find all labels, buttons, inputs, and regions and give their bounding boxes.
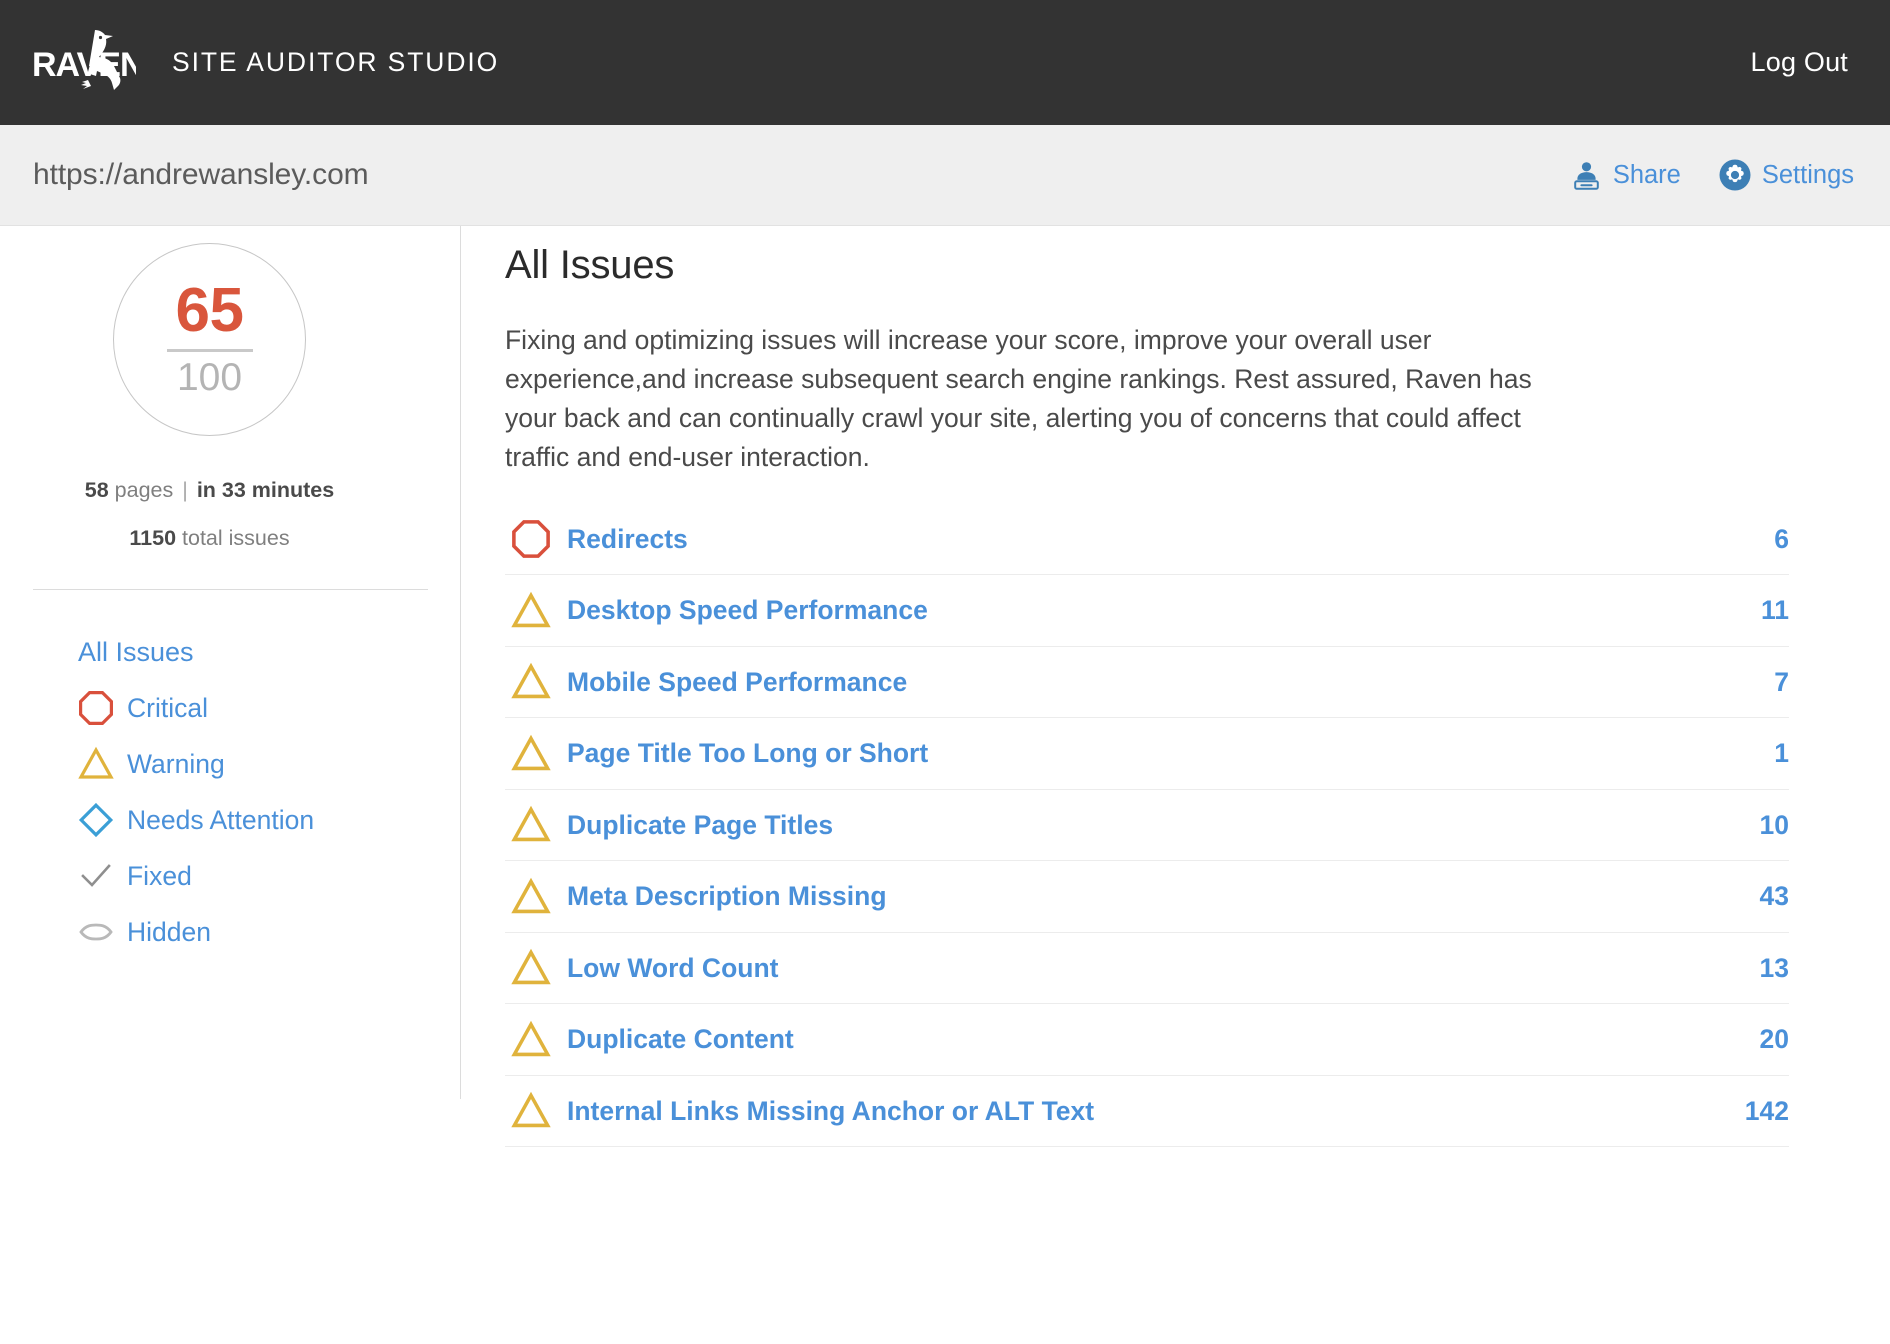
issue-label: Desktop Speed Performance bbox=[567, 595, 928, 626]
triangle-icon bbox=[505, 591, 567, 631]
issue-row[interactable]: Low Word Count 13 bbox=[505, 933, 1789, 1005]
stats-separator: | bbox=[179, 478, 191, 502]
diamond-icon bbox=[78, 802, 116, 838]
issue-count: 11 bbox=[1761, 595, 1789, 626]
sidebar-item-label: All Issues bbox=[78, 637, 194, 668]
sidebar-item-label: Needs Attention bbox=[127, 805, 314, 836]
check-icon bbox=[78, 858, 116, 894]
score-wrap: 65 100 bbox=[0, 243, 461, 436]
issue-row[interactable]: Duplicate Page Titles 10 bbox=[505, 790, 1789, 862]
share-person-icon bbox=[1571, 160, 1602, 191]
total-issues-count: 1150 bbox=[129, 526, 176, 550]
crawl-duration: in 33 minutes bbox=[197, 478, 334, 502]
issue-count: 10 bbox=[1760, 810, 1789, 841]
logout-button[interactable]: Log Out bbox=[1751, 47, 1854, 78]
score-gauge: 65 100 bbox=[113, 243, 306, 436]
pages-label: pages bbox=[115, 478, 174, 502]
sidebar-item-fixed[interactable]: Fixed bbox=[0, 848, 461, 904]
issue-label: Duplicate Page Titles bbox=[567, 810, 833, 841]
svg-text:RAVEN: RAVEN bbox=[32, 46, 136, 84]
triangle-icon bbox=[505, 734, 567, 774]
octagon-icon bbox=[78, 690, 116, 726]
issue-label: Duplicate Content bbox=[567, 1024, 794, 1055]
issue-label: Meta Description Missing bbox=[567, 881, 887, 912]
settings-label: Settings bbox=[1762, 161, 1854, 190]
brand: RAVEN SITE AUDITOR STUDIO bbox=[32, 28, 499, 98]
issue-count: 1 bbox=[1774, 738, 1789, 769]
sidebar-item-label: Warning bbox=[127, 749, 225, 780]
triangle-icon bbox=[505, 877, 567, 917]
crawl-stats: 58 pages | in 33 minutes bbox=[0, 478, 461, 503]
issue-label: Low Word Count bbox=[567, 953, 778, 984]
issue-row[interactable]: Mobile Speed Performance 7 bbox=[505, 647, 1789, 719]
issue-label: Page Title Too Long or Short bbox=[567, 738, 928, 769]
issue-row[interactable]: Page Title Too Long or Short 1 bbox=[505, 718, 1789, 790]
sidebar-item-label: Fixed bbox=[127, 861, 192, 892]
issue-count: 20 bbox=[1760, 1024, 1789, 1055]
share-label: Share bbox=[1613, 161, 1681, 190]
issue-list: Redirects 6 Desktop Speed Performance 11 bbox=[505, 504, 1789, 1148]
sidebar-item-all-issues[interactable]: All Issues bbox=[0, 624, 461, 680]
issue-count: 7 bbox=[1774, 667, 1789, 698]
issue-count: 43 bbox=[1760, 881, 1789, 912]
issue-label: Internal Links Missing Anchor or ALT Tex… bbox=[567, 1096, 1094, 1127]
total-issues-stat: 1150 total issues bbox=[0, 526, 461, 551]
main-panel: All Issues Fixing and optimizing issues … bbox=[461, 226, 1890, 1147]
app-header: RAVEN SITE AUDITOR STUDIO Log Out bbox=[0, 0, 1890, 125]
page-description: Fixing and optimizing issues will increa… bbox=[505, 321, 1590, 477]
raven-logo-icon: RAVEN bbox=[32, 28, 136, 98]
issue-label: Mobile Speed Performance bbox=[567, 667, 907, 698]
page-title: All Issues bbox=[505, 243, 1789, 288]
issue-filter-list: All Issues Critical Warning bbox=[0, 590, 461, 960]
issue-count: 142 bbox=[1745, 1096, 1789, 1127]
sidebar-item-hidden[interactable]: Hidden bbox=[0, 904, 461, 960]
issue-count: 6 bbox=[1774, 524, 1789, 555]
triangle-icon bbox=[505, 805, 567, 845]
score-max: 100 bbox=[177, 358, 242, 397]
url-bar: https://andrewansley.com Share bbox=[0, 125, 1890, 226]
site-url: https://andrewansley.com bbox=[33, 158, 369, 192]
triangle-icon bbox=[505, 1020, 567, 1060]
issue-label: Redirects bbox=[567, 524, 688, 555]
triangle-icon bbox=[505, 1091, 567, 1131]
issue-row[interactable]: Meta Description Missing 43 bbox=[505, 861, 1789, 933]
issue-row[interactable]: Desktop Speed Performance 11 bbox=[505, 575, 1789, 647]
brand-title: SITE AUDITOR STUDIO bbox=[172, 47, 499, 78]
url-bar-actions: Share Settings bbox=[1571, 159, 1854, 191]
total-issues-label: total issues bbox=[182, 526, 290, 550]
issue-row[interactable]: Duplicate Content 20 bbox=[505, 1004, 1789, 1076]
sidebar-item-label: Hidden bbox=[127, 917, 211, 948]
sidebar-item-critical[interactable]: Critical bbox=[0, 680, 461, 736]
issue-row[interactable]: Redirects 6 bbox=[505, 504, 1789, 576]
issue-count: 13 bbox=[1760, 953, 1789, 984]
sidebar: 65 100 58 pages | in 33 minutes 1150 tot… bbox=[0, 226, 461, 960]
pages-count: 58 bbox=[85, 478, 109, 502]
gear-icon bbox=[1719, 159, 1751, 191]
triangle-icon bbox=[505, 948, 567, 988]
sidebar-item-label: Critical bbox=[127, 693, 208, 724]
settings-button[interactable]: Settings bbox=[1719, 159, 1854, 191]
share-button[interactable]: Share bbox=[1571, 160, 1681, 191]
sidebar-item-warning[interactable]: Warning bbox=[0, 736, 461, 792]
score-divider bbox=[167, 349, 253, 352]
octagon-icon bbox=[505, 519, 567, 559]
score-value: 65 bbox=[176, 282, 244, 341]
sidebar-item-needs-attention[interactable]: Needs Attention bbox=[0, 792, 461, 848]
triangle-icon bbox=[505, 662, 567, 702]
issue-row[interactable]: Internal Links Missing Anchor or ALT Tex… bbox=[505, 1076, 1789, 1148]
triangle-icon bbox=[78, 746, 116, 782]
content-area: 65 100 58 pages | in 33 minutes 1150 tot… bbox=[0, 226, 1890, 1344]
eye-icon bbox=[78, 914, 116, 950]
